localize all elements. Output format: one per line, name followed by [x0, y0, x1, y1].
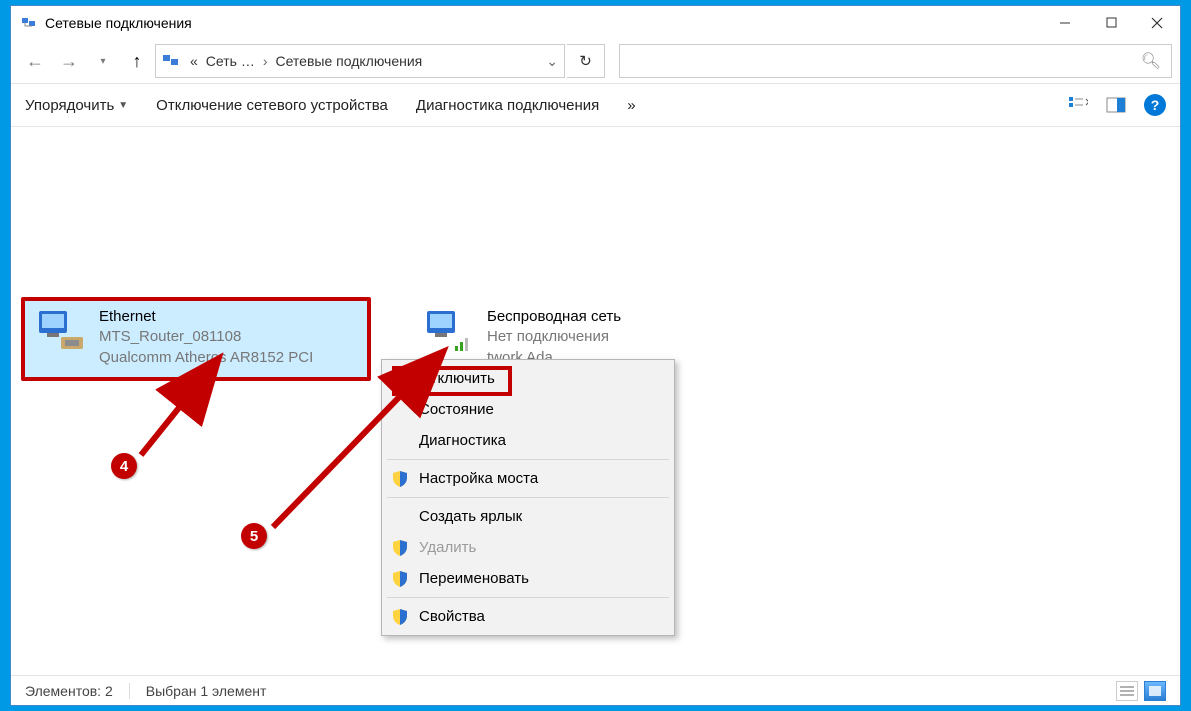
uac-shield-icon — [391, 539, 409, 557]
menu-item-disable[interactable]: Отключить — [385, 363, 671, 394]
help-button[interactable]: ? — [1144, 94, 1166, 116]
location-icon — [162, 52, 180, 70]
uac-shield-icon — [391, 470, 409, 488]
command-bar: Упорядочить ▼ Отключение сетевого устрой… — [11, 83, 1180, 127]
status-item-selected: Выбран 1 элемент — [146, 683, 267, 699]
context-menu: Отключить Состояние Диагностика Настройк… — [381, 359, 675, 636]
search-icon: 🔍︎ — [1141, 51, 1161, 71]
view-options-button[interactable] — [1068, 95, 1088, 115]
content-area[interactable]: Ethernet MTS_Router_081108 Qualcomm Athe… — [11, 127, 1180, 675]
details-view-button[interactable] — [1116, 681, 1138, 701]
forward-button[interactable]: → — [53, 46, 85, 76]
annotation-callout-5: 5 — [241, 523, 267, 549]
window-controls — [1042, 7, 1180, 39]
address-bar[interactable]: « Сеть … › Сетевые подключения ⌄ — [155, 44, 565, 78]
title-bar: Сетевые подключения — [11, 6, 1180, 39]
menu-item-diagnose[interactable]: Диагностика — [385, 425, 671, 456]
minimize-button[interactable] — [1042, 7, 1088, 39]
recent-locations-button[interactable]: ▾ — [87, 46, 119, 76]
maximize-button[interactable] — [1088, 7, 1134, 39]
connection-text: Ethernet MTS_Router_081108 Qualcomm Athe… — [99, 307, 313, 368]
chevron-down-icon: ▼ — [118, 100, 128, 111]
organize-label: Упорядочить — [25, 97, 114, 114]
connection-adapter: Qualcomm Atheros AR8152 PCI — [99, 348, 313, 368]
address-dropdown-icon[interactable]: ⌄ — [546, 53, 558, 70]
chevron-right-icon[interactable]: › — [259, 53, 272, 69]
status-item-count: Элементов: 2 — [25, 683, 113, 699]
breadcrumb-prefix: « — [186, 53, 202, 69]
annotation-callout-4: 4 — [111, 453, 137, 479]
menu-item-delete: Удалить — [385, 532, 671, 563]
back-button[interactable]: ← — [19, 46, 51, 76]
uac-shield-icon — [391, 370, 409, 388]
organize-menu[interactable]: Упорядочить ▼ — [25, 97, 128, 114]
preview-pane-button[interactable] — [1106, 95, 1126, 115]
connection-network: MTS_Router_081108 — [99, 327, 313, 347]
up-button[interactable]: ↑ — [121, 46, 153, 76]
menu-item-bridge[interactable]: Настройка моста — [385, 463, 671, 494]
diagnose-connection-button[interactable]: Диагностика подключения — [416, 97, 599, 114]
menu-item-properties[interactable]: Свойства — [385, 601, 671, 632]
divider — [129, 683, 130, 699]
close-button[interactable] — [1134, 7, 1180, 39]
network-connections-icon — [21, 15, 37, 31]
connection-name: Ethernet — [99, 307, 313, 327]
connection-status: Нет подключения — [487, 327, 621, 347]
connection-name: Беспроводная сеть — [487, 307, 621, 327]
breadcrumb-root[interactable]: Сеть … — [202, 53, 259, 69]
menu-separator — [387, 497, 669, 498]
ethernet-adapter-icon — [33, 307, 89, 355]
status-bar: Элементов: 2 Выбран 1 элемент — [11, 675, 1180, 705]
menu-item-status[interactable]: Состояние — [385, 394, 671, 425]
breadcrumb-current[interactable]: Сетевые подключения — [272, 53, 427, 69]
menu-item-rename[interactable]: Переименовать — [385, 563, 671, 594]
uac-shield-icon — [391, 570, 409, 588]
menu-item-create-shortcut[interactable]: Создать ярлык — [385, 501, 671, 532]
wifi-adapter-icon — [421, 307, 477, 355]
explorer-window: Сетевые подключения ← → ▾ ↑ « Сеть … › С… — [10, 5, 1181, 706]
navigation-bar: ← → ▾ ↑ « Сеть … › Сетевые подключения ⌄… — [11, 39, 1180, 83]
menu-separator — [387, 459, 669, 460]
overflow-button[interactable]: » — [627, 97, 635, 114]
refresh-button[interactable]: ↻ — [567, 44, 605, 78]
search-box[interactable]: 🔍︎ — [619, 44, 1172, 78]
window-title: Сетевые подключения — [45, 15, 1042, 31]
large-icons-view-button[interactable] — [1144, 681, 1166, 701]
uac-shield-icon — [391, 608, 409, 626]
menu-separator — [387, 597, 669, 598]
connection-item-ethernet[interactable]: Ethernet MTS_Router_081108 Qualcomm Athe… — [33, 307, 373, 368]
disable-device-button[interactable]: Отключение сетевого устройства — [156, 97, 388, 114]
